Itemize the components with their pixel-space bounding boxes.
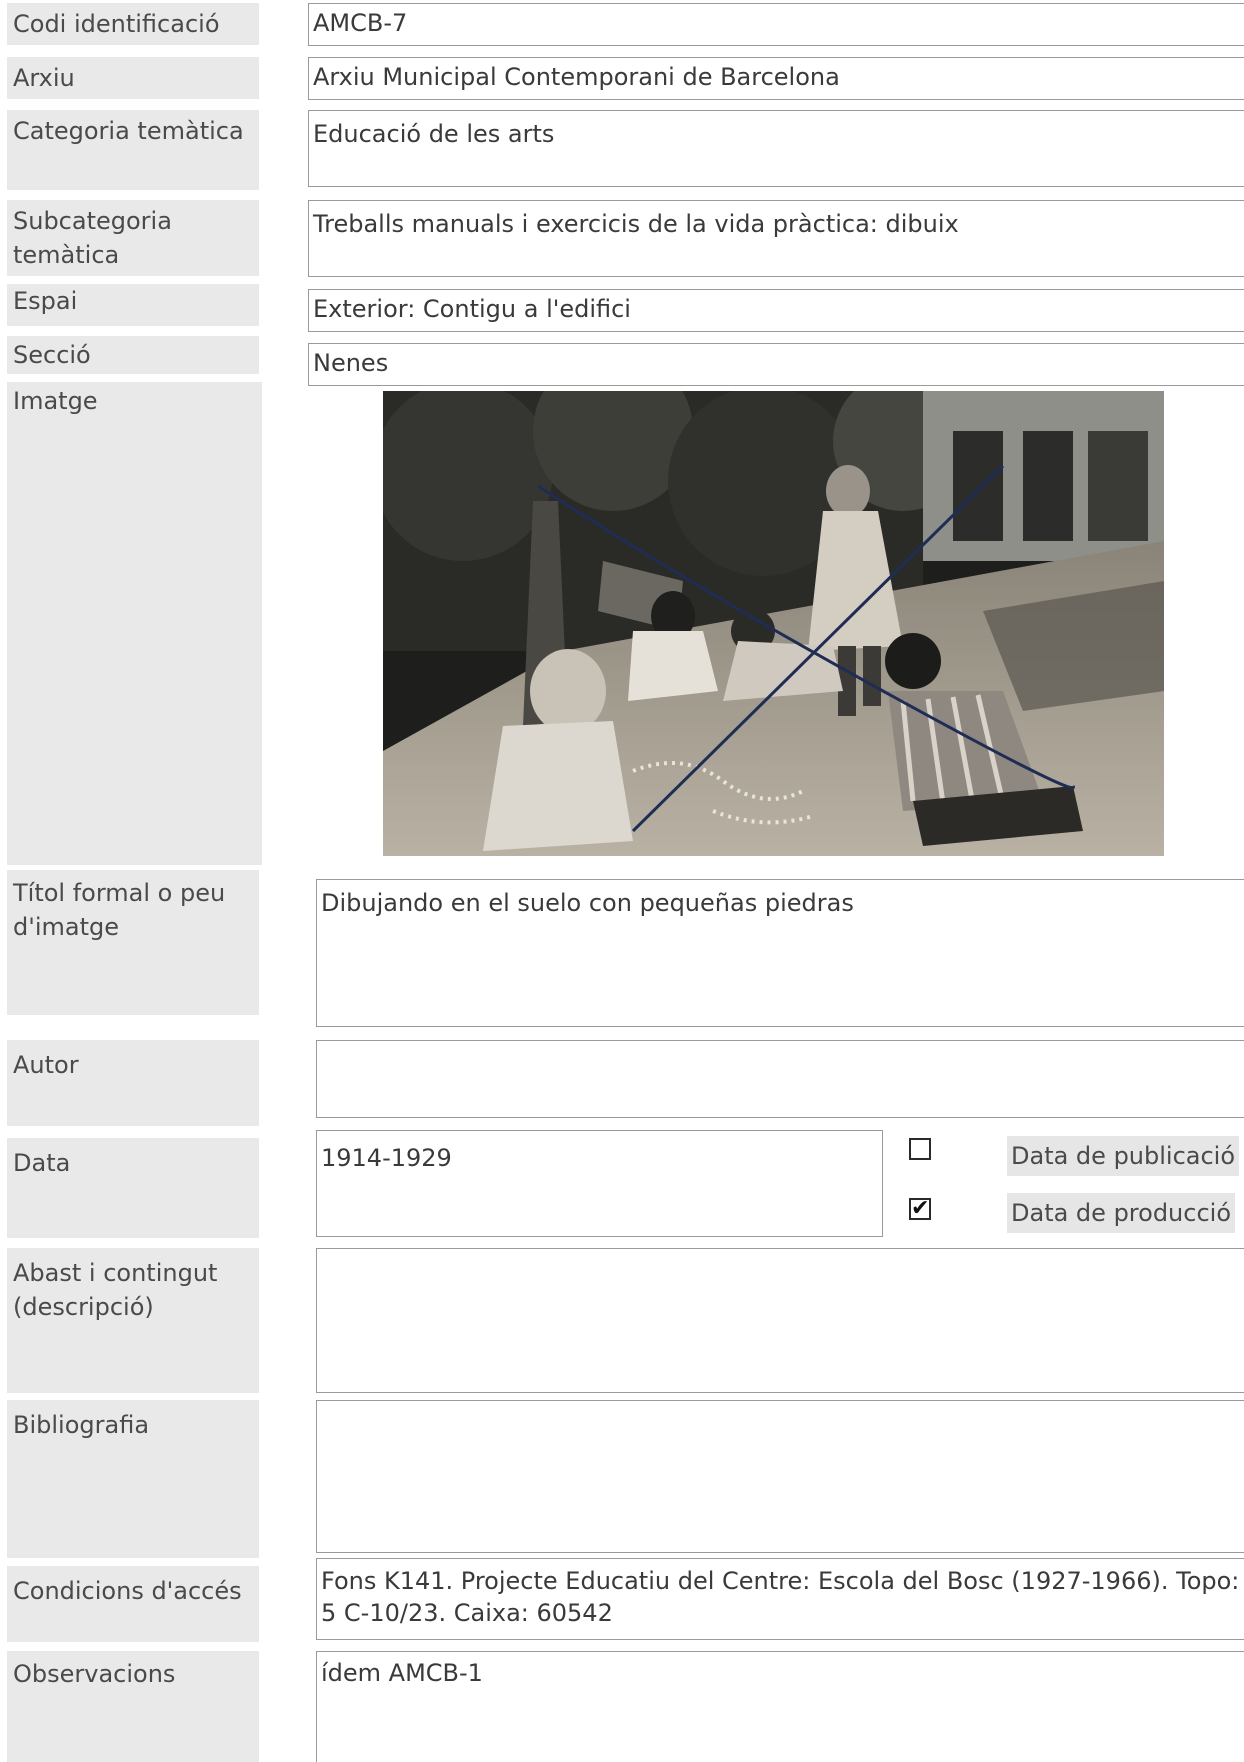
photo-children-drawing-with-pebbles (383, 391, 1164, 856)
label-titol-formal: Títol formal o peu d'imatge (7, 870, 259, 1015)
label-imatge: Imatge (7, 382, 262, 865)
field-bibliografia[interactable] (316, 1400, 1244, 1553)
field-arxiu[interactable]: Arxiu Municipal Contemporani de Barcelon… (308, 57, 1244, 100)
label-autor: Autor (7, 1040, 259, 1126)
checkbox-data-produccio[interactable]: ✔ (909, 1198, 931, 1220)
field-espai[interactable]: Exterior: Contigu a l'edifici (308, 289, 1244, 332)
archival-photograph (383, 391, 1164, 856)
label-observacions: Observacions (7, 1651, 259, 1762)
label-codi-identificacio: Codi identificació (7, 3, 259, 45)
label-data-publicacio: Data de publicació (1007, 1136, 1240, 1176)
label-seccio: Secció (7, 336, 259, 374)
label-categoria-tematica: Categoria temàtica (7, 110, 259, 190)
label-abast-contingut: Abast i contingut (descripció) (7, 1248, 259, 1393)
field-seccio[interactable]: Nenes (308, 343, 1244, 386)
field-codi-identificacio[interactable]: AMCB-7 (308, 3, 1244, 46)
field-categoria-tematica[interactable]: Educació de les arts (308, 110, 1244, 187)
label-espai: Espai (7, 284, 259, 326)
label-bibliografia: Bibliografia (7, 1400, 259, 1558)
label-data: Data (7, 1138, 259, 1238)
label-subcategoria-tematica: Subcategoria temàtica (7, 200, 259, 276)
label-arxiu: Arxiu (7, 57, 259, 99)
field-titol-formal[interactable]: Dibujando en el suelo con pequeñas piedr… (316, 879, 1244, 1027)
field-abast-contingut[interactable] (316, 1248, 1244, 1393)
field-autor[interactable] (316, 1040, 1244, 1118)
label-data-produccio: Data de producció (1007, 1193, 1236, 1233)
label-condicions-acces: Condicions d'accés (7, 1566, 259, 1642)
field-subcategoria-tematica[interactable]: Treballs manuals i exercicis de la vida … (308, 200, 1244, 277)
field-condicions-acces[interactable]: Fons K141. Projecte Educatiu del Centre:… (316, 1558, 1244, 1640)
field-observacions[interactable]: ídem AMCB-1 (316, 1651, 1244, 1762)
checkbox-data-publicacio[interactable] (909, 1138, 931, 1160)
field-data[interactable]: 1914-1929 (316, 1130, 883, 1237)
